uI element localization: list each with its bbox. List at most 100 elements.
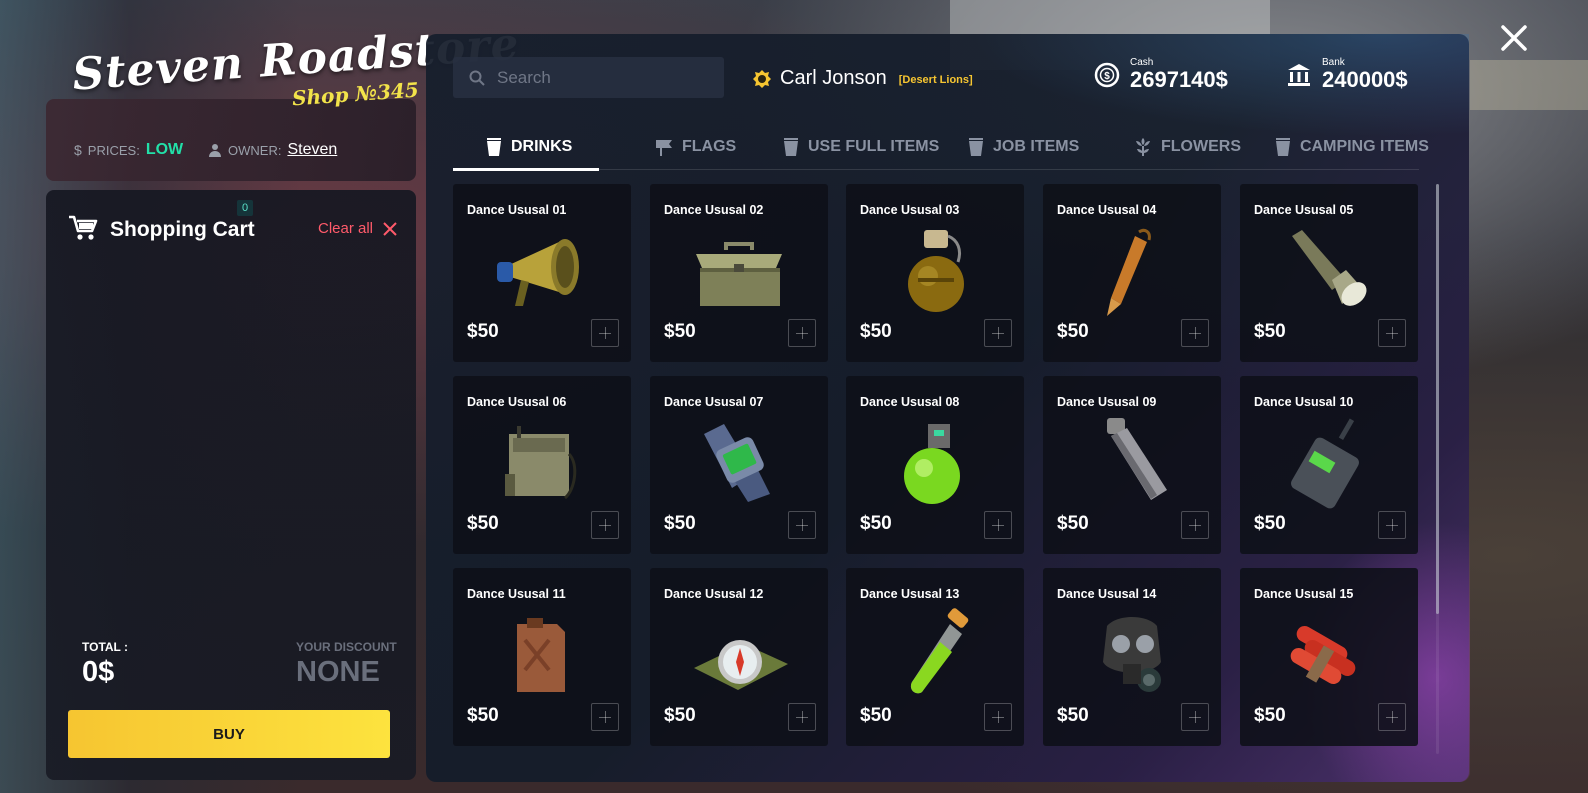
search-input[interactable]: [497, 67, 697, 88]
item-card[interactable]: Dance Ususal 01 $50: [453, 184, 631, 362]
watch-icon: [704, 424, 770, 502]
tab-drinks[interactable]: DRINKS: [453, 124, 599, 171]
prices-label: PRICES:: [87, 142, 140, 158]
tab-label: USE FULL ITEMS: [808, 137, 940, 155]
item-price: $50: [664, 705, 696, 726]
item-card[interactable]: Dance Ususal 03 $50: [846, 184, 1024, 362]
grenade-icon: [908, 230, 964, 312]
item-price: $50: [860, 321, 892, 342]
flashlight-icon: [1292, 230, 1367, 306]
item-price: $50: [664, 321, 696, 342]
item-name: Dance Ususal 07: [664, 395, 764, 409]
total-label: TOTAL :: [82, 640, 128, 654]
tab-label: FLAGS: [682, 137, 737, 155]
coin-icon: $: [1094, 62, 1120, 88]
item-name: Dance Ususal 11: [467, 587, 566, 601]
cup-icon: [784, 137, 798, 156]
discount-value: NONE: [296, 656, 380, 688]
item-card[interactable]: Dance Ususal 12 $50: [650, 568, 828, 746]
tab-label: DRINKS: [511, 137, 573, 155]
jerrycan-icon: [517, 618, 565, 692]
tab-label: CAMPING ITEMS: [1300, 137, 1429, 155]
item-price: $50: [1254, 321, 1286, 342]
add-to-cart-button[interactable]: [591, 703, 619, 731]
search-box[interactable]: [453, 57, 724, 98]
scroll-thumb[interactable]: [1436, 184, 1439, 614]
item-card[interactable]: Dance Ususal 13 $50: [846, 568, 1024, 746]
item-price: $50: [664, 513, 696, 534]
tab-camping-items[interactable]: CAMPING ITEMS: [1276, 124, 1429, 169]
item-price: $50: [860, 705, 892, 726]
cart-icon: [69, 215, 98, 240]
cup-icon: [1276, 137, 1290, 156]
item-card[interactable]: Dance Ususal 10 $50: [1240, 376, 1418, 554]
item-card[interactable]: Dance Ususal 14 $50: [1043, 568, 1221, 746]
user-icon: [209, 144, 221, 157]
cup-icon: [487, 137, 501, 156]
item-card[interactable]: Dance Ususal 02 $50: [650, 184, 828, 362]
test-tube-icon: [910, 608, 969, 694]
add-to-cart-button[interactable]: [984, 511, 1012, 539]
item-price: $50: [467, 705, 499, 726]
tab-label: FLOWERS: [1161, 137, 1241, 155]
item-price: $50: [467, 513, 499, 534]
item-name: Dance Ususal 04: [1057, 203, 1157, 217]
tab-job-items[interactable]: JOB ITEMS: [969, 124, 1079, 169]
item-card[interactable]: Dance Ususal 07 $50: [650, 376, 828, 554]
toolbox-icon: [696, 242, 782, 306]
add-to-cart-button[interactable]: [1378, 511, 1406, 539]
tab-flags[interactable]: FLAGS: [656, 124, 736, 169]
item-name: Dance Ususal 02: [664, 203, 764, 217]
add-to-cart-button[interactable]: [1181, 703, 1209, 731]
item-name: Dance Ususal 06: [467, 395, 567, 409]
add-to-cart-button[interactable]: [591, 319, 619, 347]
item-card[interactable]: Dance Ususal 15 $50: [1240, 568, 1418, 746]
item-name: Dance Ususal 09: [1057, 395, 1157, 409]
add-to-cart-button[interactable]: [788, 703, 816, 731]
tab-label: JOB ITEMS: [993, 137, 1080, 155]
add-to-cart-button[interactable]: [1378, 319, 1406, 347]
item-card[interactable]: Dance Ususal 06 $50: [453, 376, 631, 554]
walkie-talkie-icon: [1291, 418, 1359, 509]
add-to-cart-button[interactable]: [984, 703, 1012, 731]
close-window-icon[interactable]: [1500, 24, 1528, 52]
background-window-right: [1470, 60, 1588, 110]
item-card[interactable]: Dance Ususal 04 $50: [1043, 184, 1221, 362]
prices-value: LOW: [145, 141, 184, 158]
clear-all-label: Clear all: [318, 220, 374, 237]
owner-link[interactable]: Steven: [287, 141, 337, 159]
item-card[interactable]: Dance Ususal 11 $50: [453, 568, 631, 746]
tab-flowers[interactable]: FLOWERS: [1135, 124, 1241, 169]
item-card[interactable]: Dance Ususal 09 $50: [1043, 376, 1221, 554]
flag-icon: [656, 139, 672, 156]
flower-icon: [1136, 137, 1150, 156]
cup-icon: [969, 137, 983, 156]
item-grid-scrollbar[interactable]: [1436, 184, 1439, 754]
item-card[interactable]: Dance Ususal 05 $50: [1240, 184, 1418, 362]
buy-button[interactable]: BUY: [68, 710, 390, 758]
megaphone-icon: [497, 239, 579, 306]
add-to-cart-button[interactable]: [1378, 703, 1406, 731]
green-flask-icon: [904, 424, 960, 504]
radio-pack-icon: [505, 426, 577, 500]
owner-label: OWNER:: [228, 142, 282, 158]
item-price: $50: [1057, 705, 1089, 726]
category-tabs: DRINKS FLAGS USE FULL ITEMS JOB ITEMS FL…: [453, 124, 1429, 171]
item-card[interactable]: Dance Ususal 08 $50: [846, 376, 1024, 554]
dollar-icon: $: [74, 142, 82, 158]
add-to-cart-button[interactable]: [788, 319, 816, 347]
add-to-cart-button[interactable]: [984, 319, 1012, 347]
add-to-cart-button[interactable]: [1181, 511, 1209, 539]
tab-use-full-items[interactable]: USE FULL ITEMS: [784, 124, 939, 169]
add-to-cart-button[interactable]: [788, 511, 816, 539]
bullet-icon: [1107, 228, 1151, 316]
bank-icon: [1288, 64, 1310, 86]
player-info: Carl Jonson [Desert Lions]: [752, 67, 973, 90]
item-price: $50: [1057, 513, 1089, 534]
add-to-cart-button[interactable]: [591, 511, 619, 539]
player-gang: [Desert Lions]: [898, 74, 973, 86]
item-name: Dance Ususal 01: [467, 203, 567, 217]
add-to-cart-button[interactable]: [1181, 319, 1209, 347]
clear-all-button[interactable]: Clear all: [318, 220, 397, 237]
bank-display: Bank 240000$: [1286, 58, 1408, 92]
